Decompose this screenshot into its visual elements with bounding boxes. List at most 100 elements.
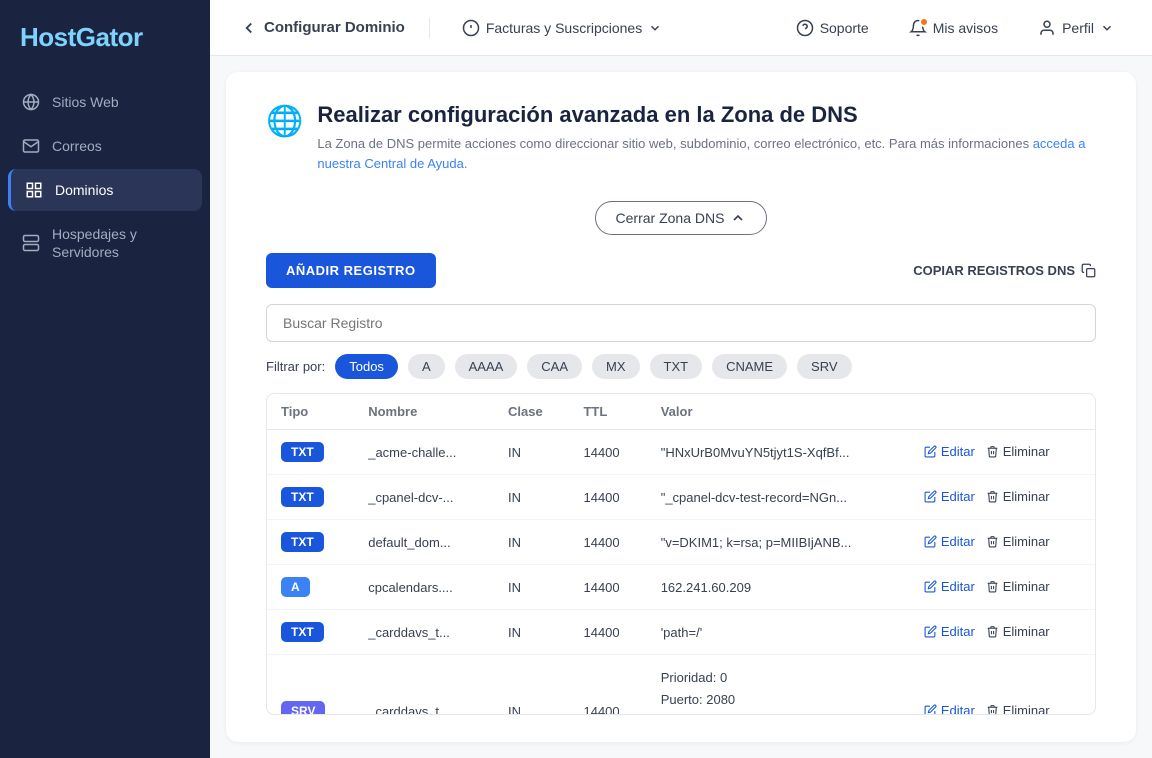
edit-button[interactable]: Editar bbox=[924, 624, 975, 639]
delete-button[interactable]: Eliminar bbox=[986, 444, 1050, 459]
edit-icon bbox=[924, 535, 937, 548]
cell-name: _carddavs_t... bbox=[354, 610, 494, 655]
cell-type: SRV bbox=[267, 655, 354, 715]
sidebar-item-correos[interactable]: Correos bbox=[8, 125, 202, 167]
filter-todos[interactable]: Todos bbox=[335, 354, 398, 379]
type-badge-txt: TXT bbox=[281, 622, 324, 642]
table-row: TXT _acme-challe... IN 14400 "HNxUrB0Mvu… bbox=[267, 430, 1095, 475]
sidebar-item-label: Dominios bbox=[55, 182, 113, 198]
delete-button[interactable]: Eliminar bbox=[986, 579, 1050, 594]
table-row: SRV _carddavs_t... IN 14400 Prioridad: 0… bbox=[267, 655, 1095, 715]
delete-button[interactable]: Eliminar bbox=[986, 489, 1050, 504]
cell-name: cpcalendars.... bbox=[354, 565, 494, 610]
back-arrow-icon bbox=[240, 19, 258, 37]
cell-actions: Editar Eliminar bbox=[910, 520, 1095, 565]
dns-globe-icon: 🌐 bbox=[266, 104, 303, 139]
table-row: A cpcalendars.... IN 14400 162.241.60.20… bbox=[267, 565, 1095, 610]
notification-badge bbox=[909, 19, 927, 37]
table-body: TXT _acme-challe... IN 14400 "HNxUrB0Mvu… bbox=[267, 430, 1095, 715]
edit-icon bbox=[924, 490, 937, 503]
support-button[interactable]: Soporte bbox=[788, 13, 877, 43]
trash-icon bbox=[986, 580, 999, 593]
cell-value: "_cpanel-dcv-test-record=NGn... bbox=[647, 475, 910, 520]
delete-button[interactable]: Eliminar bbox=[986, 534, 1050, 549]
sidebar: HostGator Sitios Web Correos Dominios Ho… bbox=[0, 0, 210, 758]
billing-menu[interactable]: Facturas y Suscripciones bbox=[454, 13, 670, 43]
sidebar-item-sitiosweb[interactable]: Sitios Web bbox=[8, 81, 202, 123]
trash-icon bbox=[986, 625, 999, 638]
trash-icon bbox=[986, 535, 999, 548]
col-nombre: Nombre bbox=[354, 394, 494, 430]
cell-name: _carddavs_t... bbox=[354, 655, 494, 715]
cell-type: TXT bbox=[267, 475, 354, 520]
notification-dot bbox=[919, 17, 929, 27]
filter-cname[interactable]: CNAME bbox=[712, 354, 787, 379]
search-input[interactable] bbox=[266, 304, 1096, 342]
filter-mx[interactable]: MX bbox=[592, 354, 640, 379]
table-row: TXT _cpanel-dcv-... IN 14400 "_cpanel-dc… bbox=[267, 475, 1095, 520]
sidebar-item-label: Sitios Web bbox=[52, 94, 119, 110]
filter-a[interactable]: A bbox=[408, 354, 445, 379]
cell-type: TXT bbox=[267, 430, 354, 475]
type-badge-txt: TXT bbox=[281, 487, 324, 507]
copy-dns-button[interactable]: COPIAR REGISTROS DNS bbox=[913, 263, 1096, 278]
cell-class: IN bbox=[494, 430, 569, 475]
cell-class: IN bbox=[494, 610, 569, 655]
sidebar-item-hospedajes[interactable]: Hospedajes y Servidores bbox=[8, 213, 202, 273]
grid-icon bbox=[25, 181, 43, 199]
cell-class: IN bbox=[494, 475, 569, 520]
cell-ttl: 14400 bbox=[569, 475, 646, 520]
mail-icon bbox=[22, 137, 40, 155]
edit-button[interactable]: Editar bbox=[924, 703, 975, 714]
filter-txt[interactable]: TXT bbox=[650, 354, 703, 379]
support-label: Soporte bbox=[820, 20, 869, 36]
support-icon bbox=[796, 19, 814, 37]
type-badge-a: A bbox=[281, 577, 310, 597]
chevron-up-icon bbox=[730, 210, 746, 226]
edit-icon bbox=[924, 704, 937, 714]
edit-button[interactable]: Editar bbox=[924, 579, 975, 594]
type-badge-txt: TXT bbox=[281, 532, 324, 552]
delete-button[interactable]: Eliminar bbox=[986, 703, 1050, 714]
filter-bar: Filtrar por: Todos A AAAA CAA MX TXT CNA… bbox=[266, 354, 1096, 379]
cell-value: 'path=/' bbox=[647, 610, 910, 655]
cell-class: IN bbox=[494, 565, 569, 610]
sidebar-item-dominios[interactable]: Dominios bbox=[8, 169, 202, 211]
edit-button[interactable]: Editar bbox=[924, 489, 975, 504]
cell-value: Prioridad: 0 Puerto: 2080 Peso: 0 Destin… bbox=[647, 655, 910, 715]
cell-actions: Editar Eliminar bbox=[910, 430, 1095, 475]
back-button[interactable]: Configurar Dominio bbox=[240, 19, 405, 37]
billing-label: Facturas y Suscripciones bbox=[486, 20, 642, 36]
brand-logo: HostGator bbox=[0, 0, 210, 81]
filter-aaaa[interactable]: AAAA bbox=[455, 354, 518, 379]
edit-button[interactable]: Editar bbox=[924, 444, 975, 459]
dns-actions: AÑADIR REGISTRO COPIAR REGISTROS DNS bbox=[266, 253, 1096, 288]
edit-button[interactable]: Editar bbox=[924, 534, 975, 549]
cell-type: TXT bbox=[267, 610, 354, 655]
type-badge-txt: TXT bbox=[281, 442, 324, 462]
cell-value: "HNxUrB0MvuYN5tjyt1S-XqfBf... bbox=[647, 430, 910, 475]
cell-actions: Editar Eliminar bbox=[910, 655, 1095, 715]
cell-name: default_dom... bbox=[354, 520, 494, 565]
table-scroll[interactable]: Tipo Nombre Clase TTL Valor TXT _acme-ch bbox=[267, 394, 1095, 714]
copy-icon bbox=[1081, 263, 1096, 278]
table-row: TXT _carddavs_t... IN 14400 'path=/' Edi… bbox=[267, 610, 1095, 655]
main-area: Configurar Dominio Facturas y Suscripcio… bbox=[210, 0, 1152, 758]
filter-caa[interactable]: CAA bbox=[527, 354, 582, 379]
notifications-button[interactable]: Mis avisos bbox=[901, 13, 1006, 43]
add-record-button[interactable]: AÑADIR REGISTRO bbox=[266, 253, 436, 288]
filter-srv[interactable]: SRV bbox=[797, 354, 852, 379]
profile-menu[interactable]: Perfil bbox=[1030, 13, 1122, 43]
main-content: 🌐 Realizar configuración avanzada en la … bbox=[226, 72, 1136, 742]
cell-type: TXT bbox=[267, 520, 354, 565]
delete-button[interactable]: Eliminar bbox=[986, 624, 1050, 639]
trash-icon bbox=[986, 445, 999, 458]
close-dns-button[interactable]: Cerrar Zona DNS bbox=[595, 201, 768, 235]
server-icon bbox=[22, 234, 40, 252]
srv-puerto: Puerto: 2080 bbox=[661, 689, 896, 711]
back-label: Configurar Dominio bbox=[264, 19, 405, 36]
trash-icon bbox=[986, 704, 999, 714]
cell-ttl: 14400 bbox=[569, 610, 646, 655]
cell-value: 162.241.60.209 bbox=[647, 565, 910, 610]
page-header-text: Realizar configuración avanzada en la Zo… bbox=[317, 102, 1096, 173]
